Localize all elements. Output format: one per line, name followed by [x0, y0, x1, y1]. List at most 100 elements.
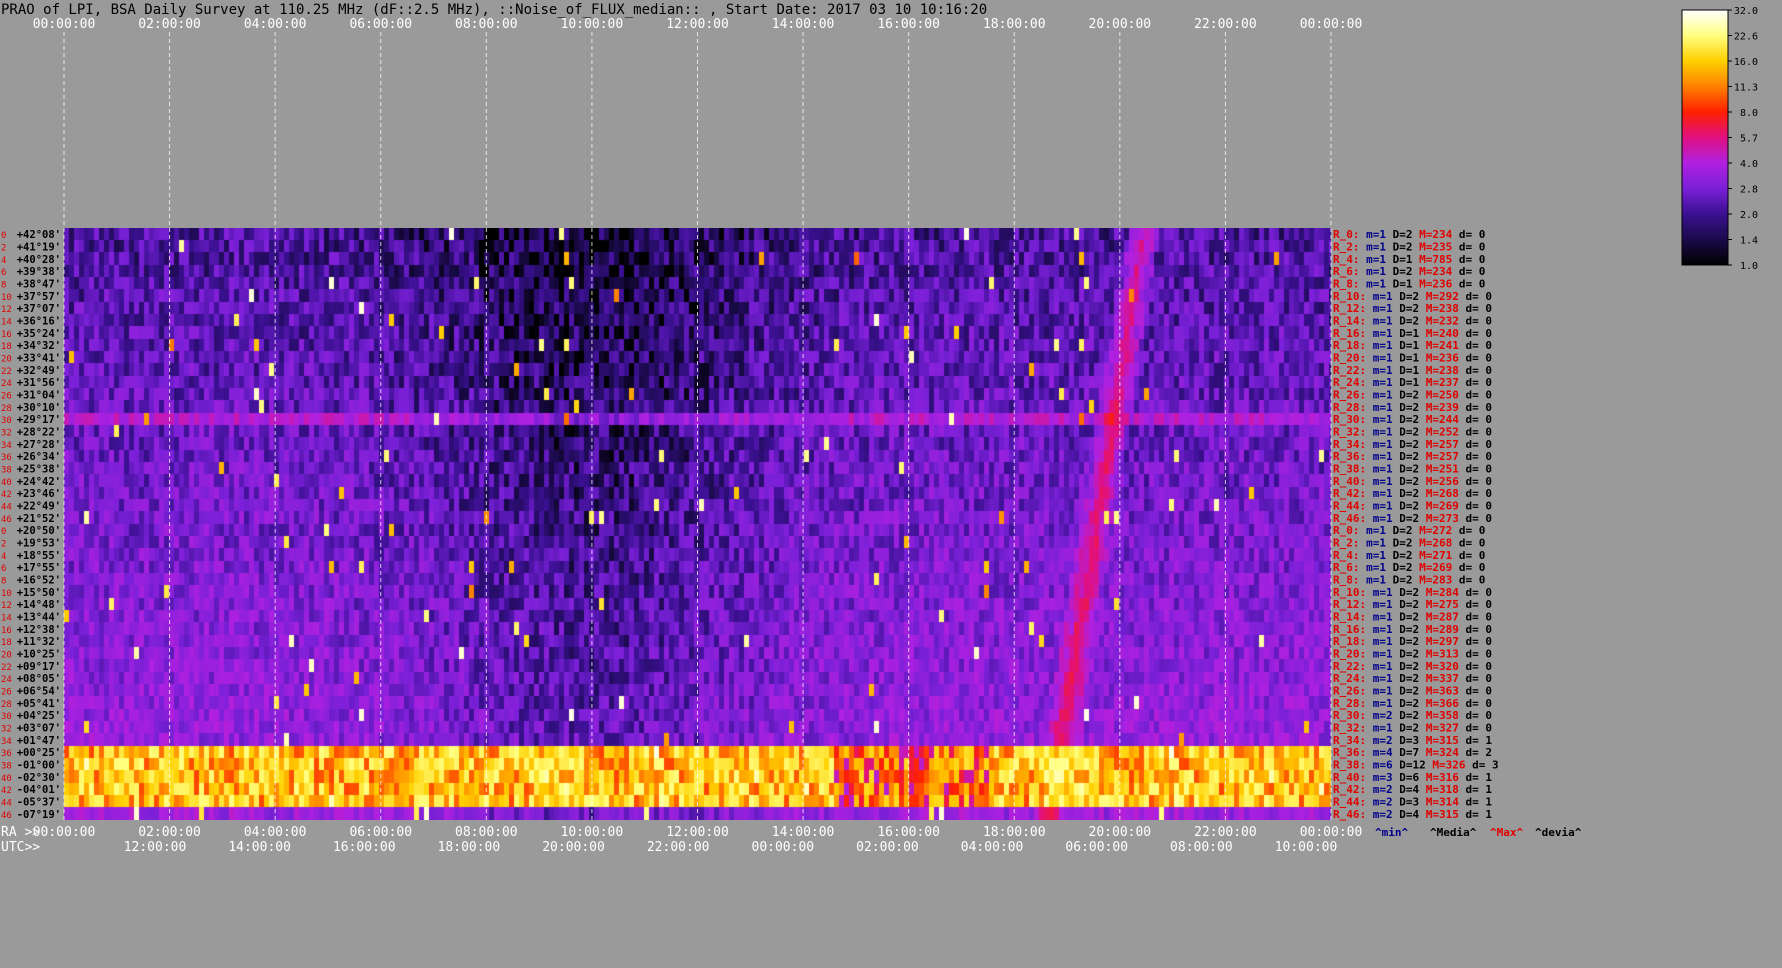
row-index-label: 16	[1, 330, 12, 340]
row-stat: R_22: m=1 D=1 M=238 d= 0	[1333, 364, 1492, 377]
row-stat-D: D=2	[1386, 549, 1413, 562]
declination-label: +39°38'	[17, 266, 61, 278]
row-stat-m: m=1	[1366, 302, 1393, 315]
row-stat-m: m=1	[1360, 561, 1387, 574]
row-index-label: 2	[1, 540, 6, 550]
declination-label: +24°42'	[17, 476, 61, 488]
row-index-label: 12	[1, 601, 12, 611]
row-index-label: 0	[1, 231, 6, 241]
colorbar-tick-label: 11.3	[1734, 83, 1758, 94]
row-stat-M: M=292	[1419, 290, 1459, 303]
declination-label: +10°25'	[17, 649, 61, 661]
row-stat-m: m=1	[1366, 487, 1393, 500]
declination-axis: +42°08' 0 +41°19' 2 +40°28' 4 +39°38' 6 +38°47' 8…	[1, 229, 61, 821]
colorbar-tick-label: 4.0	[1740, 159, 1758, 170]
declination-label: +19°53'	[17, 538, 61, 550]
declination-label: +12°38'	[17, 624, 61, 636]
row-stat-d: d= 0	[1452, 228, 1485, 241]
row-stat-R: R_42:	[1333, 783, 1366, 796]
row-stat-R: R_20:	[1333, 648, 1366, 661]
declination-label: +40°28'	[17, 254, 61, 266]
row-stat-R: R_12:	[1333, 302, 1366, 315]
row-stat-m: m=2	[1366, 709, 1393, 722]
row-stat: R_46: m=2 D=4 M=315 d= 1	[1333, 808, 1492, 821]
row-stat-R: R_26:	[1333, 389, 1366, 402]
utc-axis-label: UTC>>	[1, 840, 40, 855]
declination-label: +26°34'	[17, 451, 61, 463]
row-stat-d: d= 1	[1459, 796, 1492, 809]
row-index-label: 6	[1, 564, 6, 574]
row-index-label: 42	[1, 786, 12, 796]
row-stat: R_42: m=2 D=4 M=318 d= 1	[1333, 783, 1492, 796]
row-stat: R_32: m=1 D=2 M=327 d= 0	[1333, 722, 1492, 735]
row-stat-m: m=2	[1366, 796, 1393, 809]
row-stat-R: R_6:	[1333, 265, 1360, 278]
declination-label: +00°25'	[17, 747, 61, 759]
row-stat-D: D=2	[1393, 487, 1420, 500]
row-stat-M: M=315	[1419, 734, 1459, 747]
row-stat-R: R_8:	[1333, 574, 1360, 587]
row-stat-D: D=1	[1393, 339, 1420, 352]
colorbar-tick-label: 8.0	[1740, 108, 1758, 119]
row-stat-M: M=358	[1419, 709, 1459, 722]
row-stat-M: M=314	[1419, 796, 1459, 809]
row-stat-M: M=234	[1413, 265, 1453, 278]
row-stat-D: D=2	[1393, 672, 1420, 685]
row-stat-m: m=1	[1366, 327, 1393, 340]
declination-label: +33°41'	[17, 353, 61, 365]
row-stat-R: R_28:	[1333, 401, 1366, 414]
row-stat: R_14: m=1 D=2 M=287 d= 0	[1333, 611, 1492, 624]
row-stat-D: D=2	[1393, 685, 1420, 698]
row-stat-d: d= 3	[1466, 759, 1499, 772]
top-tick-label: 20:00:00	[1089, 17, 1152, 32]
row-stat: R_28: m=1 D=2 M=366 d= 0	[1333, 697, 1492, 710]
row-stat-D: D=2	[1393, 413, 1420, 426]
row-stat-R: R_22:	[1333, 364, 1366, 377]
survey-chart: PRAO of LPI, BSA Daily Survey at 110.25 …	[1, 2, 1758, 855]
row-stat-d: d= 0	[1459, 401, 1492, 414]
colorbar-tick-label: 1.4	[1740, 236, 1758, 247]
row-stat-R: R_26:	[1333, 685, 1366, 698]
declination-label: +04°25'	[17, 710, 61, 722]
row-stat-M: M=320	[1419, 660, 1459, 673]
row-index-label: 20	[1, 355, 12, 365]
declination-label: +42°08'	[17, 229, 61, 241]
declination-label: +05°41'	[17, 698, 61, 710]
row-stat-M: M=232	[1419, 315, 1459, 328]
row-stat-D: D=2	[1386, 524, 1413, 537]
row-stat-m: m=1	[1366, 463, 1393, 476]
declination-label: +32°49'	[17, 365, 61, 377]
row-stat-m: m=1	[1360, 549, 1387, 562]
declination-label: +21°52'	[17, 513, 61, 525]
declination-label: -07°19'	[17, 809, 61, 821]
row-stat-R: R_14:	[1333, 315, 1366, 328]
row-stat-d: d= 0	[1459, 290, 1492, 303]
row-stat-M: M=785	[1413, 253, 1453, 266]
row-stat: R_4: m=1 D=2 M=271 d= 0	[1333, 549, 1485, 562]
row-stat-R: R_0:	[1333, 524, 1360, 537]
row-stat-m: m=1	[1366, 475, 1393, 488]
row-index-label: 34	[1, 737, 12, 747]
row-index-label: 30	[1, 416, 12, 426]
utc-tick-label: 00:00:00	[752, 840, 815, 855]
colorbar-tick-label: 5.7	[1740, 134, 1758, 145]
row-stat: R_18: m=1 D=2 M=297 d= 0	[1333, 635, 1492, 648]
row-stat-d: d= 0	[1459, 660, 1492, 673]
row-stat-d: d= 1	[1459, 783, 1492, 796]
top-tick-label: 22:00:00	[1194, 17, 1257, 32]
row-stat: R_24: m=1 D=2 M=337 d= 0	[1333, 672, 1492, 685]
row-stat-d: d= 0	[1459, 339, 1492, 352]
row-index-label: 8	[1, 281, 6, 291]
row-stat-M: M=250	[1419, 389, 1459, 402]
row-stat-M: M=269	[1413, 561, 1453, 574]
row-stat-R: R_38:	[1333, 759, 1366, 772]
row-stat: R_46: m=1 D=2 M=273 d= 0	[1333, 512, 1492, 525]
row-stat-m: m=1	[1366, 339, 1393, 352]
row-index-label: 0	[1, 527, 6, 537]
row-stat-d: d= 0	[1459, 389, 1492, 402]
colorbar-tick-label: 2.0	[1740, 210, 1758, 221]
row-stat-m: m=1	[1360, 524, 1387, 537]
row-stat-d: d= 0	[1452, 265, 1485, 278]
row-stat-m: m=1	[1366, 697, 1393, 710]
row-index-label: 4	[1, 256, 6, 266]
